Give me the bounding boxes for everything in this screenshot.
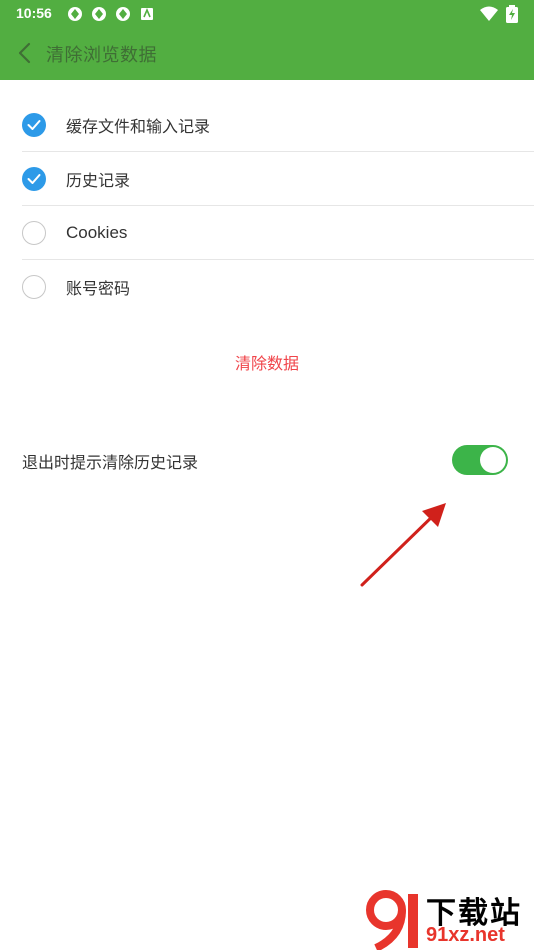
app-header: 10:56 清除浏览数据 [0,0,534,80]
option-cookies[interactable]: Cookies [22,206,534,260]
sync-icon [116,7,130,21]
chevron-left-icon [18,42,31,64]
clear-data-button[interactable]: 清除数据 [0,350,534,374]
checkmark-icon [27,173,41,184]
option-label: 缓存文件和输入记录 [66,116,211,136]
sync-icon [92,7,106,21]
checkbox-unchecked[interactable] [22,220,46,245]
clear-options-list: 缓存文件和输入记录 历史记录 Cookies 账号密码 [22,98,534,314]
option-passwords[interactable]: 账号密码 [22,260,534,314]
checkbox-checked[interactable] [22,166,46,191]
back-button[interactable] [10,38,38,68]
checkmark-icon [27,119,41,130]
page-title: 清除浏览数据 [46,45,157,66]
exit-prompt-setting: 退出时提示清除历史记录 [22,440,512,482]
site-watermark: 下载站 91xz.net [364,888,534,950]
status-right-icons [480,5,518,23]
sync-icon [68,7,82,21]
watermark-logo-icon [366,890,418,950]
checkbox-unchecked[interactable] [22,275,46,299]
toolbar: 清除浏览数据 [0,28,534,80]
checkbox-checked[interactable] [22,112,46,137]
setting-label: 退出时提示清除历史记录 [22,453,199,472]
exit-prompt-toggle[interactable] [452,445,508,475]
annotation-arrow [360,503,446,587]
option-cache-input[interactable]: 缓存文件和输入记录 [22,98,534,152]
option-history[interactable]: 历史记录 [22,152,534,206]
option-label: 历史记录 [66,170,131,190]
notification-icons [66,5,156,23]
toggle-knob [480,447,506,473]
option-label: 账号密码 [66,279,131,298]
status-bar: 10:56 [0,0,534,28]
status-time: 10:56 [16,5,52,21]
battery-icon [506,5,518,23]
app-notification-icon [141,7,153,20]
wifi-icon [480,6,498,21]
option-label: Cookies [66,222,128,242]
watermark-url: 91xz.net [426,924,505,946]
